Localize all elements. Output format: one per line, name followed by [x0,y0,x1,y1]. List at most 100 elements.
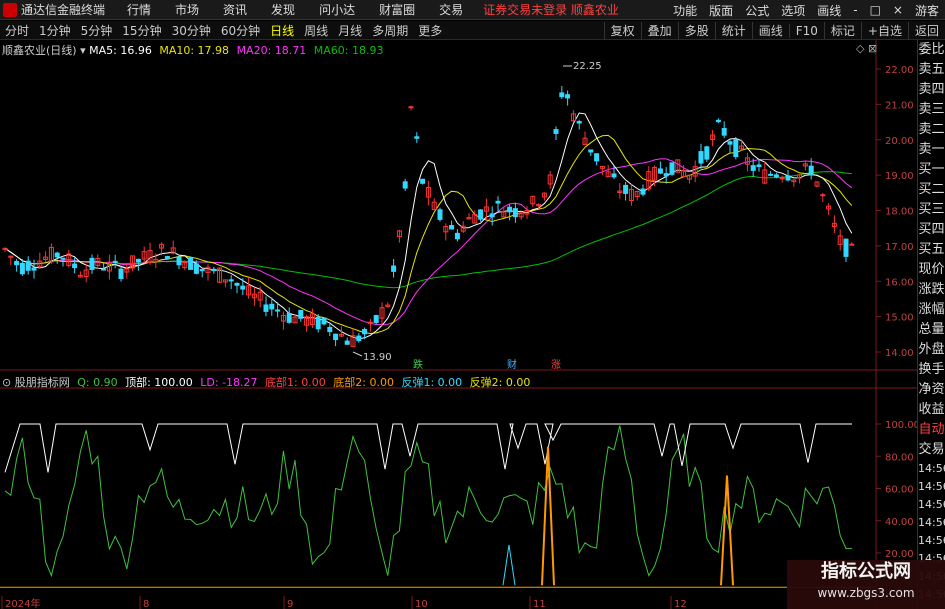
candle-body [315,316,321,330]
rebound-spike [502,544,516,586]
price-axis-label: 19.00 [885,171,914,182]
candle-body [14,261,20,266]
candle-body [333,333,339,341]
candle-body [437,209,443,220]
ma5-line [4,112,853,340]
menu-market[interactable]: 市场 [163,1,211,18]
candle-body [478,209,484,220]
sidebar-item[interactable]: 自动 [918,420,945,440]
quote-sidebar: 委比 卖五 卖四 卖三 卖二 卖一 买一 买二 买三 买四 买五 现价 涨跌 涨幅 总量 外盘 换手 净资 收益 自动… [917,40,945,609]
sidebar-item[interactable]: 交易 [918,440,945,460]
kline-chart[interactable]: 22.00 21.00 20.00 19.00 18.00 17.00 16.00 15.00… [0,40,917,609]
right-menu: 功能 版面 公式 选项 画线 - □ × 游客 [667,0,945,20]
candle-body [820,194,826,197]
candle-body [373,315,379,323]
candle-body [553,129,559,134]
sidebar-item: 净资 [918,382,945,397]
ma60-value: MA60: 18.93 [313,44,384,57]
menu-news[interactable]: 资讯 [211,1,259,18]
candle-body [756,164,762,168]
candle-body [489,213,495,218]
chart-settings-icon[interactable]: ◇ ⊠ [856,42,877,55]
ma20-value: MA20: 18.71 [236,44,307,57]
candle-body [495,200,501,204]
add-watchlist-button[interactable]: +自选 [860,22,908,39]
indicator-options-icon[interactable]: ⊙ [2,376,15,389]
date-axis-label: 9 [287,599,293,609]
candle-body [773,174,779,178]
statistics-button[interactable]: 统计 [714,22,752,39]
sidebar-item: 14:56 [918,498,945,511]
candle-body [211,268,217,272]
candle-body [234,282,240,286]
sidebar-item: 现价 [918,262,945,277]
menu-quotes[interactable]: 行情 [115,1,163,18]
period-15min[interactable]: 15分钟 [117,22,166,39]
back-button[interactable]: 返回 [907,22,945,39]
login-notice[interactable]: 证券交易未登录 顺鑫农业 [483,1,619,18]
sidebar-item: 涨幅 [918,302,945,317]
candle-body [576,120,582,124]
maximize-icon[interactable]: □ [864,3,887,17]
candle-body [785,175,791,181]
menu-discover[interactable]: 发现 [259,1,307,18]
toolbar-right: 复权 叠加 多股 统计 画线 F10 标记 +自选 返回 [603,21,945,40]
period-weekly[interactable]: 周线 [299,22,333,39]
indicator-title[interactable]: 股朋指标网 [15,376,70,389]
price-axis-label: 20.00 [885,136,914,147]
period-timeshare[interactable]: 分时 [0,22,34,39]
candle-body [594,153,600,162]
period-60min[interactable]: 60分钟 [216,22,265,39]
candle-body [164,256,170,260]
candle-body [588,149,594,153]
overlay-button[interactable]: 叠加 [640,22,678,39]
low-price-label: 13.90 [363,352,392,363]
guest-user[interactable]: 游客 [909,2,945,19]
candle-body [414,136,420,139]
draw-line-button[interactable]: 画线 [751,22,789,39]
candle-body [669,162,675,175]
period-5min[interactable]: 5分钟 [76,22,118,39]
ma10-value: MA10: 17.98 [159,44,230,57]
candle-body [559,92,565,98]
sidebar-item: 14:56 [918,462,945,475]
period-multi[interactable]: 多周期 [367,22,413,39]
app-logo-icon [3,2,17,17]
multi-stock-button[interactable]: 多股 [677,22,715,39]
event-fall-marker[interactable]: 跌 [413,358,423,371]
period-30min[interactable]: 30分钟 [167,22,216,39]
menu-ask[interactable]: 问小达 [307,1,367,18]
menu-function[interactable]: 功能 [667,2,703,19]
menu-draw[interactable]: 画线 [811,2,847,19]
period-1min[interactable]: 1分钟 [34,22,76,39]
price-axis-label: 17.00 [885,242,914,253]
period-more[interactable]: 更多 [413,22,447,39]
menu-layout[interactable]: 版面 [703,2,739,19]
date-axis-label: 10 [415,599,428,609]
period-monthly[interactable]: 月线 [333,22,367,39]
chart-options-icon[interactable]: ▾ [80,44,89,57]
candle-body [275,309,281,312]
candle-body [721,127,727,136]
menu-trade[interactable]: 交易 [427,1,475,18]
period-daily[interactable]: 日线 [265,22,299,39]
menu-wealth[interactable]: 财富圈 [367,1,427,18]
menu-formula[interactable]: 公式 [739,2,775,19]
menu-options[interactable]: 选项 [775,2,811,19]
candle-body [72,263,78,269]
sidebar-item: 卖二 [918,122,945,137]
bottom-spike [720,475,734,586]
ma10-line [4,134,853,335]
restore-rights-button[interactable]: 复权 [603,22,641,39]
minimize-icon[interactable]: - [847,3,863,17]
indicator-info: ⊙ 股朋指标网 Q: 0.90 顶部: 100.00 LD: -18.27 底部… [2,374,530,390]
event-finance-marker[interactable]: 财 [507,358,517,371]
candle-body [298,309,304,319]
f10-button[interactable]: F10 [788,23,824,38]
close-icon[interactable]: × [887,3,909,17]
event-rise-marker[interactable]: 涨 [551,359,561,371]
price-axis-label: 14.00 [885,348,914,359]
ma5-value: MA5: 16.96 [89,44,152,57]
sidebar-item: 买五 [918,242,945,257]
mark-button[interactable]: 标记 [823,22,861,39]
